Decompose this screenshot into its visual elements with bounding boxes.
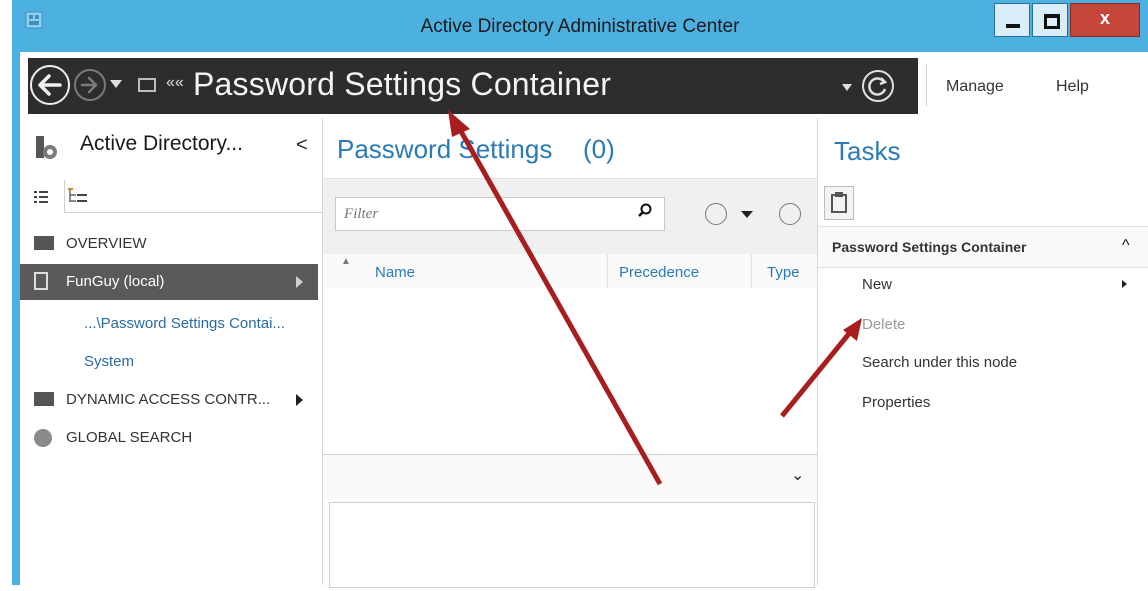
collapse-pane-button[interactable]: < xyxy=(296,134,308,157)
clipboard-icon[interactable] xyxy=(824,186,854,220)
details-bar: ⌄ xyxy=(323,454,817,499)
chevron-down-icon[interactable]: ⌄ xyxy=(791,465,804,485)
list-options-icon[interactable] xyxy=(705,203,727,225)
expand-filter-icon[interactable] xyxy=(779,203,801,225)
preview-pane xyxy=(329,502,815,588)
column-header-name[interactable]: Name xyxy=(375,264,415,281)
refresh-icon xyxy=(868,77,888,96)
clipboard-glyph xyxy=(831,192,847,213)
task-new[interactable]: New xyxy=(862,276,892,293)
back-arrow-icon xyxy=(38,74,62,96)
task-delete: Delete xyxy=(862,316,906,333)
minimize-button[interactable] xyxy=(994,3,1030,37)
content-title: Password Settings xyxy=(337,134,553,164)
expand-arrow-icon[interactable] xyxy=(296,276,303,288)
sidebar-item-label: System xyxy=(84,353,135,370)
breadcrumb-dropdown-icon[interactable] xyxy=(842,84,852,91)
history-dropdown-icon[interactable] xyxy=(110,80,122,88)
navigation-pane: Active Directory... < OVERVIEW FunGuy (l… xyxy=(20,118,323,585)
item-count: (0) xyxy=(583,134,615,164)
sidebar-item-label: ...\Password Settings Contai... xyxy=(84,315,285,332)
sidebar-item-label: DYNAMIC ACCESS CONTR... xyxy=(66,391,271,408)
sidebar-item-dynamic-access-control[interactable]: DYNAMIC ACCESS CONTR... xyxy=(20,382,322,416)
task-search-under-node[interactable]: Search under this node xyxy=(862,354,1017,371)
filter-input[interactable] xyxy=(335,197,665,231)
app-window: Active Directory Administrative Center x xyxy=(12,0,1148,588)
list-options-dropdown-icon[interactable] xyxy=(741,211,753,218)
overview-icon xyxy=(34,236,54,250)
list-view-icon[interactable] xyxy=(34,190,48,204)
chevron-up-icon[interactable]: ^ xyxy=(1122,237,1130,255)
breadcrumb-location[interactable]: Password Settings Container xyxy=(193,66,611,103)
column-divider xyxy=(751,254,752,288)
forward-button[interactable] xyxy=(74,69,106,101)
task-properties[interactable]: Properties xyxy=(862,394,930,411)
tasks-pane: Tasks Password Settings Container ^ New … xyxy=(818,118,1148,585)
folder-icon xyxy=(138,78,156,92)
content-pane: Password Settings (0) ▲ Name Precedence … xyxy=(323,118,818,588)
column-divider xyxy=(607,254,608,288)
sidebar-item-password-settings[interactable]: ...\Password Settings Contai... xyxy=(20,306,322,340)
expand-arrow-icon[interactable] xyxy=(296,394,303,406)
task-section-title: Password Settings Container xyxy=(832,239,1027,255)
sidebar-item-global-search[interactable]: GLOBAL SEARCH xyxy=(20,420,322,454)
view-divider xyxy=(64,180,65,212)
sidebar-item-label: OVERVIEW xyxy=(66,235,147,252)
breadcrumb-bar[interactable]: «« Password Settings Container xyxy=(28,58,918,114)
domain-icon xyxy=(34,272,48,290)
sidebar-item-label: GLOBAL SEARCH xyxy=(66,429,193,446)
menu-separator xyxy=(926,64,927,106)
sidebar-item-overview[interactable]: OVERVIEW xyxy=(20,226,322,260)
client-area: «« Password Settings Container Manage He… xyxy=(20,52,1148,588)
sort-indicator-icon: ▲ xyxy=(341,256,351,267)
tasks-title: Tasks xyxy=(834,136,901,166)
column-header-precedence[interactable]: Precedence xyxy=(619,264,699,281)
sidebar-item-label: FunGuy (local) xyxy=(66,273,165,290)
filter-bar xyxy=(323,178,817,255)
view-divider-line xyxy=(64,212,322,213)
help-menu[interactable]: Help xyxy=(1056,78,1089,96)
submenu-arrow-icon xyxy=(1122,280,1127,288)
maximize-button[interactable] xyxy=(1032,3,1068,37)
directory-icon xyxy=(36,136,57,159)
title-bar: Active Directory Administrative Center x xyxy=(12,0,1148,52)
search-icon[interactable] xyxy=(638,203,652,217)
folder-icon xyxy=(34,392,54,406)
window-title: Active Directory Administrative Center xyxy=(420,16,740,37)
globe-icon xyxy=(34,429,52,447)
forward-arrow-icon xyxy=(80,76,98,94)
sidebar-item-funguy-local[interactable]: FunGuy (local) xyxy=(20,264,318,300)
column-header-row: ▲ Name Precedence Type xyxy=(323,254,817,288)
navigation-pane-title: Active Directory... xyxy=(80,132,243,155)
refresh-button[interactable] xyxy=(862,70,894,102)
column-header-type[interactable]: Type xyxy=(767,264,800,281)
tree-view-icon[interactable] xyxy=(66,186,90,208)
back-button[interactable] xyxy=(30,65,70,105)
close-button[interactable]: x xyxy=(1070,3,1140,37)
task-section-header[interactable]: Password Settings Container ^ xyxy=(818,226,1148,268)
navigation-bar: «« Password Settings Container Manage He… xyxy=(20,52,1148,118)
close-icon: x xyxy=(1099,8,1110,28)
breadcrumb-chevrons-icon[interactable]: «« xyxy=(166,74,184,92)
sidebar-item-system[interactable]: System xyxy=(20,344,322,378)
manage-menu[interactable]: Manage xyxy=(946,78,1004,96)
